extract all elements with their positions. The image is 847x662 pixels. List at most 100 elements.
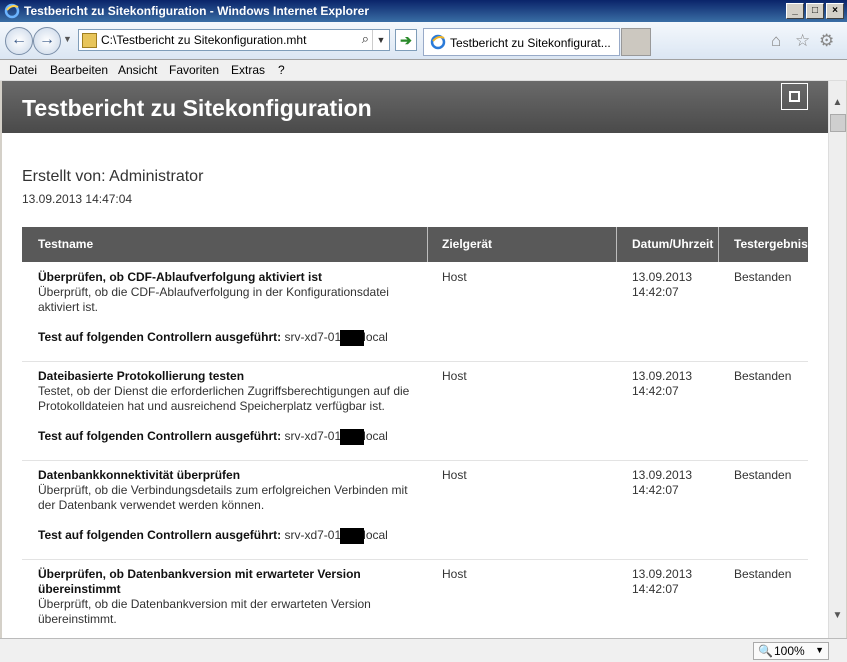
target-device: Host (442, 468, 467, 482)
test-datetime: 13.09.2013 14:42:07 (632, 567, 692, 597)
controller-prefix: srv-xd7-01 (284, 429, 342, 444)
status-bar: 🔍 100% ▼ (0, 638, 847, 662)
test-time: 14:42:07 (632, 384, 679, 398)
controller-suffix: local (363, 528, 388, 543)
column-datum[interactable]: Datum/Uhrzeit (632, 227, 717, 262)
ie-icon (4, 3, 20, 19)
gear-icon[interactable]: ⚙ (819, 31, 834, 51)
zoom-control[interactable]: 🔍 100% ▼ (753, 642, 829, 660)
tab-active[interactable]: Testbericht zu Sitekonfigurat... (423, 28, 620, 56)
test-date: 13.09.2013 (632, 468, 693, 482)
redaction-block (340, 330, 365, 346)
address-bar[interactable]: C:\Testbericht zu Sitekonfiguration.mht … (78, 29, 390, 51)
test-time: 14:42:07 (632, 285, 679, 299)
address-value: C:\Testbericht zu Sitekonfiguration.mht (101, 33, 307, 47)
test-name: Überprüfen, ob CDF-Ablaufverfolgung akti… (38, 270, 323, 284)
controller-suffix: local (363, 429, 388, 444)
menu-item-datei[interactable]: Datei (9, 63, 37, 77)
star-icon[interactable]: ☆ (795, 31, 810, 51)
column-divider (427, 227, 428, 262)
test-datetime: 13.09.2013 14:42:07 (632, 468, 692, 498)
zoom-icon: 🔍 (758, 644, 773, 658)
column-zielgeraet[interactable]: Zielgerät (442, 227, 492, 262)
go-icon[interactable]: ➔ (395, 29, 417, 51)
test-result: Bestanden (734, 468, 792, 482)
forward-icon[interactable]: → (33, 27, 61, 55)
controller-label: Test auf folgenden Controllern ausgeführ… (38, 330, 282, 345)
table-row: Überprüfen, ob Datenbankversion mit erwa… (22, 559, 808, 638)
test-date: 13.09.2013 (632, 270, 693, 284)
column-divider (616, 227, 617, 262)
controller-prefix: srv-xd7-01 (284, 330, 342, 345)
zoom-value: 100% (774, 644, 805, 658)
controller-label: Test auf folgenden Controllern ausgeführ… (38, 528, 282, 543)
close-icon[interactable] (781, 83, 808, 110)
controller-label: Test auf folgenden Controllern ausgeführ… (38, 429, 282, 444)
test-time: 14:42:07 (632, 483, 679, 497)
table-row: Datenbankkonnektivität überprüfen Überpr… (22, 460, 808, 560)
table-header: Testname Zielgerät Datum/Uhrzeit Testerg… (22, 227, 808, 262)
back-icon[interactable]: ← (5, 27, 33, 55)
scrollbar-thumb[interactable] (830, 114, 846, 132)
test-name: Dateibasierte Protokollierung testen (38, 369, 245, 383)
test-time: 14:42:07 (632, 582, 679, 596)
window-titlebar: Testbericht zu Sitekonfiguration - Windo… (0, 0, 847, 22)
created-at: 13.09.2013 14:47:04 (22, 192, 133, 206)
menu-item-ansicht[interactable]: Ansicht (118, 63, 157, 77)
table-row: Dateibasierte Protokollierung testen Tes… (22, 361, 808, 461)
close-button[interactable]: × (826, 3, 844, 19)
menu-item-bearbeiten[interactable]: Bearbeiten (50, 63, 108, 77)
column-divider (718, 227, 719, 262)
test-date: 13.09.2013 (632, 369, 693, 383)
test-datetime: 13.09.2013 14:42:07 (632, 369, 692, 399)
ie-icon (430, 34, 446, 50)
history-dropdown-icon[interactable]: ▼ (63, 34, 72, 44)
target-device: Host (442, 567, 467, 581)
tab-label: Testbericht zu Sitekonfigurat... (450, 36, 611, 50)
table-row: Überprüfen, ob CDF-Ablaufverfolgung akti… (22, 262, 808, 362)
redaction-block (340, 429, 365, 445)
column-testname[interactable]: Testname (38, 227, 93, 262)
file-icon (82, 33, 97, 48)
menu-item-favoriten[interactable]: Favoriten (169, 63, 219, 77)
target-device: Host (442, 369, 467, 383)
navigation-bar: ← → ▼ C:\Testbericht zu Sitekonfiguratio… (0, 22, 847, 60)
test-date: 13.09.2013 (632, 567, 693, 581)
scroll-down-icon[interactable]: ▼ (829, 610, 846, 621)
report-header: Testbericht zu Sitekonfiguration (2, 81, 828, 133)
maximize-button[interactable]: □ (806, 3, 824, 19)
menu-item-extras[interactable]: Extras (231, 63, 265, 77)
redaction-block (340, 528, 365, 544)
vertical-scrollbar[interactable]: ▲ ▼ (828, 81, 846, 638)
test-description: Überprüft, ob die CDF-Ablaufverfolgung i… (38, 285, 389, 314)
page-title: Testbericht zu Sitekonfiguration (22, 95, 372, 121)
page-content: Testbericht zu Sitekonfiguration Erstell… (2, 81, 828, 638)
test-description: Überprüft, ob die Verbindungsdetails zum… (38, 483, 408, 512)
controller-prefix: srv-xd7-01 (284, 528, 342, 543)
test-datetime: 13.09.2013 14:42:07 (632, 270, 692, 300)
test-result: Bestanden (734, 270, 792, 284)
test-description: Überprüft, ob die Datenbankversion mit d… (38, 597, 371, 626)
test-result: Bestanden (734, 567, 792, 581)
created-by: Erstellt von: Administrator (22, 168, 204, 185)
address-dropdown-icon[interactable]: ▼ (372, 30, 389, 50)
scroll-up-icon[interactable]: ▲ (829, 97, 846, 108)
search-icon[interactable]: ⌕ (362, 31, 369, 47)
home-icon[interactable]: ⌂ (771, 31, 781, 51)
menu-item-help[interactable]: ? (278, 63, 285, 77)
test-name: Überprüfen, ob Datenbankversion mit erwa… (38, 567, 361, 596)
zoom-dropdown-icon[interactable]: ▼ (815, 645, 824, 655)
controller-info: Test auf folgenden Controllern ausgeführ… (38, 528, 388, 544)
window-title: Testbericht zu Sitekonfiguration - Windo… (24, 4, 370, 18)
column-testergebnis[interactable]: Testergebnis (734, 227, 808, 262)
test-description: Testet, ob der Dienst die erforderlichen… (38, 384, 410, 413)
controller-info: Test auf folgenden Controllern ausgeführ… (38, 330, 388, 346)
controller-suffix: local (363, 330, 388, 345)
test-result: Bestanden (734, 369, 792, 383)
menu-bar: Datei Bearbeiten Ansicht Favoriten Extra… (0, 60, 847, 81)
new-tab-button[interactable] (621, 28, 651, 56)
test-name: Datenbankkonnektivität überprüfen (38, 468, 241, 482)
controller-info: Test auf folgenden Controllern ausgeführ… (38, 429, 388, 445)
target-device: Host (442, 270, 467, 284)
minimize-button[interactable]: _ (786, 3, 804, 19)
